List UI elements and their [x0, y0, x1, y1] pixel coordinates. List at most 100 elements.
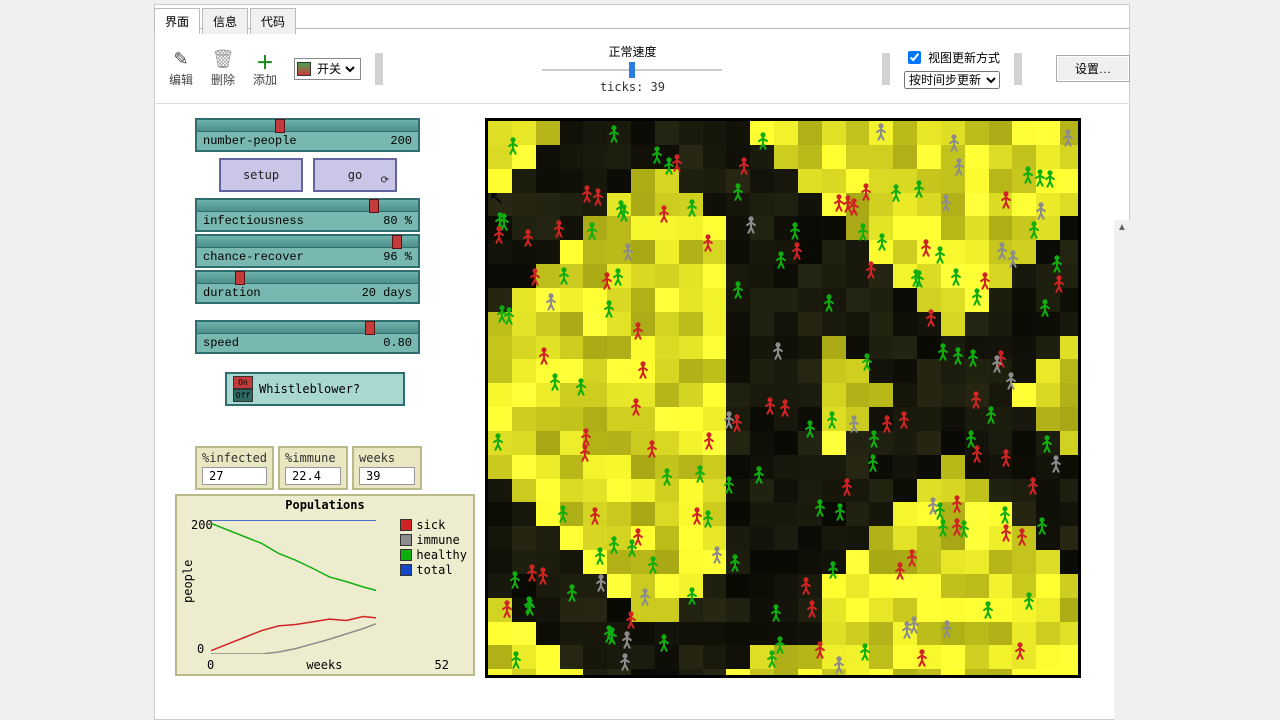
- edit-label: 编辑: [160, 71, 202, 88]
- delete-button[interactable]: 🗑 删除: [202, 49, 244, 88]
- widget-type-dropdown[interactable]: 开关: [294, 58, 361, 80]
- tab-interface[interactable]: 界面: [154, 8, 200, 34]
- person-agent: [645, 440, 659, 458]
- person-agent: [631, 322, 645, 340]
- plot-title: Populations: [177, 496, 473, 512]
- person-agent: [940, 620, 954, 638]
- person-agent: [593, 547, 607, 565]
- person-agent: [1006, 250, 1020, 268]
- person-agent: [579, 428, 593, 446]
- person-agent: [618, 653, 632, 671]
- view-update-checkbox[interactable]: [908, 51, 921, 64]
- plot-populations: Populations 200 0 people 0 weeks 52 sick…: [175, 494, 475, 676]
- add-button[interactable]: ＋ 添加: [244, 49, 286, 88]
- switch-icon: [297, 62, 311, 76]
- panel-zone: number-people200 setup go⟳ infectiousnes…: [160, 110, 1130, 720]
- person-agent: [1049, 455, 1063, 473]
- person-agent: [790, 242, 804, 260]
- person-agent: [909, 269, 923, 287]
- person-agent: [1040, 435, 1054, 453]
- person-agent: [936, 519, 950, 537]
- person-agent: [999, 191, 1013, 209]
- speed-label: 正常速度: [397, 43, 868, 60]
- person-agent: [557, 267, 571, 285]
- person-agent: [1015, 528, 1029, 546]
- person-agent: [731, 183, 745, 201]
- person-agent: [874, 123, 888, 141]
- person-agent: [552, 220, 566, 238]
- person-agent: [693, 465, 707, 483]
- person-agent: [970, 288, 984, 306]
- monitor-weeks: weeks 39: [352, 446, 422, 490]
- person-agent: [936, 343, 950, 361]
- person-agent: [813, 641, 827, 659]
- person-agent: [949, 268, 963, 286]
- tab-info[interactable]: 信息: [202, 8, 248, 34]
- scroll-up-icon[interactable]: ▲: [1114, 220, 1130, 236]
- person-agent: [905, 549, 919, 567]
- person-agent: [847, 415, 861, 433]
- person-agent: [1050, 255, 1064, 273]
- person-agent: [771, 342, 785, 360]
- person-agent: [1022, 592, 1036, 610]
- person-agent: [893, 562, 907, 580]
- person-agent: [915, 649, 929, 667]
- widget-type-select[interactable]: 开关: [313, 61, 358, 77]
- plus-icon: ＋: [244, 49, 286, 71]
- person-agent: [646, 556, 660, 574]
- person-agent: [1043, 170, 1057, 188]
- person-agent: [950, 495, 964, 513]
- person-agent: [544, 293, 558, 311]
- person-agent: [860, 353, 874, 371]
- loop-icon: ⟳: [381, 175, 389, 186]
- world-view[interactable]: [485, 118, 1081, 678]
- person-agent: [509, 651, 523, 669]
- person-agent: [866, 454, 880, 472]
- switch-off-icon: Off: [233, 389, 253, 402]
- scrollbar[interactable]: ▲: [1114, 220, 1130, 720]
- slider-number-people[interactable]: number-people200: [195, 118, 420, 152]
- separator: [1014, 53, 1022, 85]
- person-agent: [537, 347, 551, 365]
- person-agent: [788, 222, 802, 240]
- switch-label: Whistleblower?: [259, 382, 360, 396]
- person-agent: [805, 600, 819, 618]
- view-update-mode-select[interactable]: 按时间步更新: [904, 71, 1000, 89]
- person-agent: [773, 636, 787, 654]
- slider-duration[interactable]: duration20 days: [195, 270, 420, 304]
- person-agent: [617, 204, 631, 222]
- slider-chance-recover[interactable]: chance-recover96 %: [195, 234, 420, 268]
- plot-xlabel: weeks: [306, 658, 342, 672]
- go-button[interactable]: go⟳: [313, 158, 397, 192]
- person-agent: [774, 251, 788, 269]
- person-agent: [813, 499, 827, 517]
- setup-button[interactable]: setup: [219, 158, 303, 192]
- person-agent: [495, 305, 509, 323]
- slider-speed[interactable]: speed0.80: [195, 320, 420, 354]
- person-agent: [1052, 275, 1066, 293]
- person-agent: [950, 518, 964, 536]
- person-agent: [867, 430, 881, 448]
- person-agent: [832, 656, 846, 674]
- person-agent: [578, 444, 592, 462]
- person-agent: [638, 588, 652, 606]
- switch-on-icon: On: [233, 376, 253, 389]
- person-agent: [864, 261, 878, 279]
- person-agent: [662, 157, 676, 175]
- plot-xmax: 52: [435, 658, 449, 672]
- settings-button[interactable]: 设置…: [1056, 55, 1130, 82]
- person-agent: [492, 226, 506, 244]
- tab-code[interactable]: 代码: [250, 8, 296, 34]
- delete-label: 删除: [202, 71, 244, 88]
- person-agent: [1013, 642, 1027, 660]
- plot-xmin: 0: [207, 658, 214, 672]
- switch-whistleblower[interactable]: On Off Whistleblower?: [225, 372, 405, 406]
- edit-button[interactable]: ✎ 编辑: [160, 49, 202, 88]
- person-agent: [947, 134, 961, 152]
- person-agent: [580, 185, 594, 203]
- slider-infectiousness[interactable]: infectiousness80 %: [195, 198, 420, 232]
- person-agent: [702, 432, 716, 450]
- speed-slider[interactable]: [542, 62, 722, 78]
- pencil-icon: ✎: [160, 49, 202, 71]
- person-agent: [521, 229, 535, 247]
